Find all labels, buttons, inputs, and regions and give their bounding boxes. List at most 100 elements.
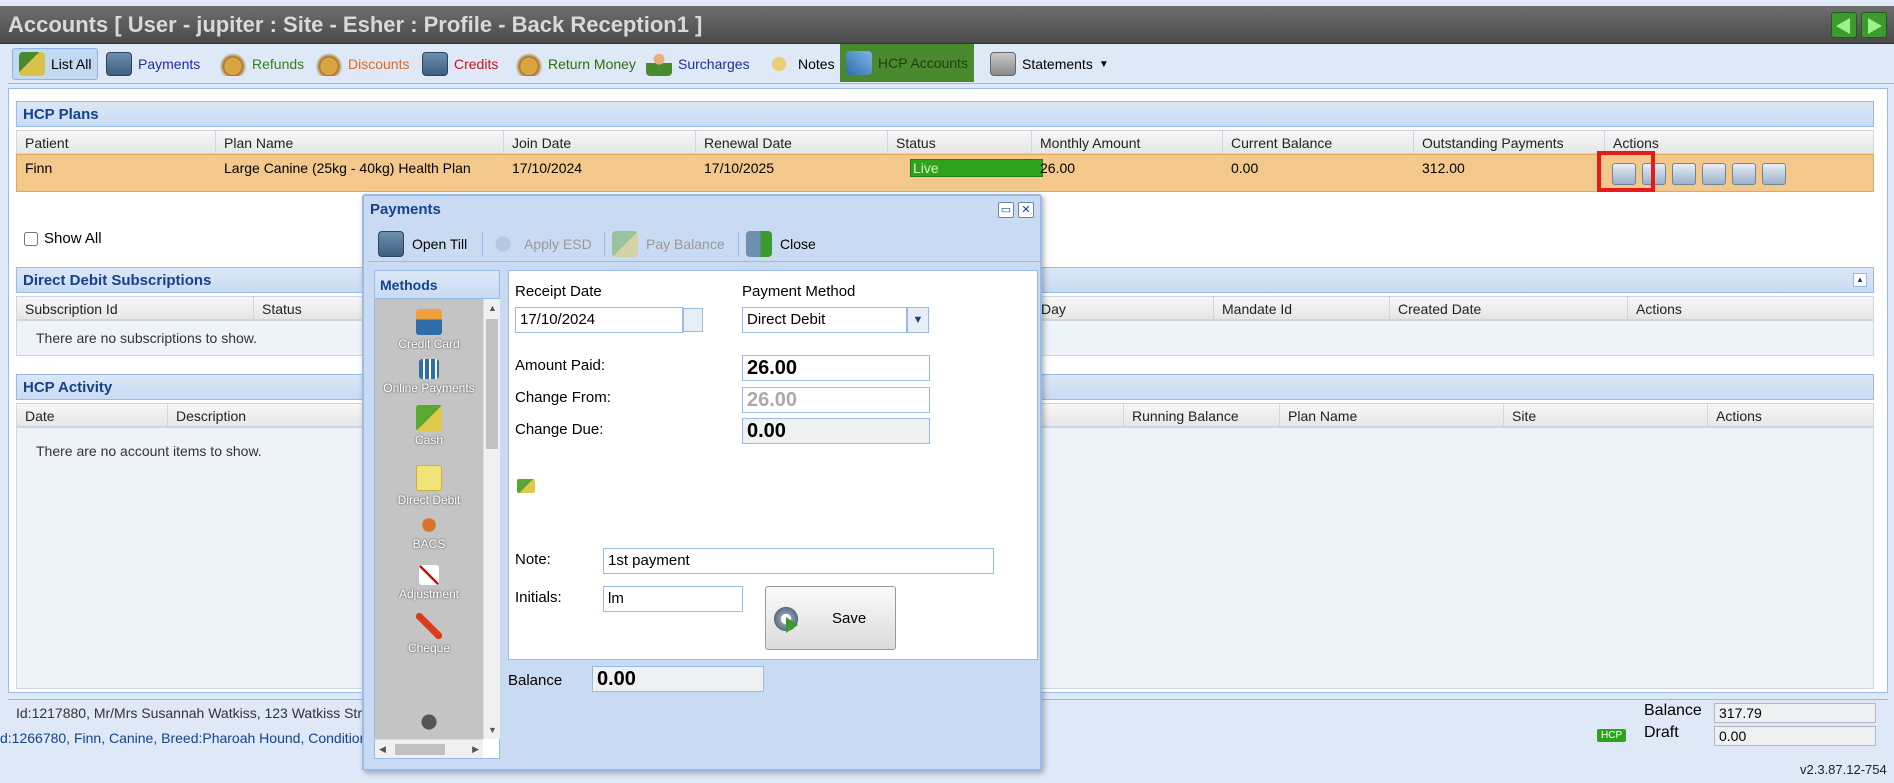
dialog-balance-label: Balance <box>508 672 563 689</box>
renew-plan-icon[interactable] <box>1702 163 1726 185</box>
col-created-date: Created Date <box>1398 301 1482 317</box>
hcp-icon <box>846 51 872 75</box>
payment-method-select[interactable]: Direct Debit <box>742 307 907 333</box>
transfer-plan-icon[interactable] <box>1732 163 1756 185</box>
surcharges-button[interactable]: Surcharges <box>640 48 756 80</box>
note-field[interactable]: 1st payment <box>603 548 994 574</box>
close-button[interactable]: Close <box>746 230 816 258</box>
hcp-plan-row[interactable]: Finn Large Canine (25kg - 40kg) Health P… <box>16 154 1874 192</box>
col-status: Status <box>262 301 302 317</box>
till-icon <box>378 231 404 257</box>
show-all-toggle[interactable]: Show All <box>24 230 102 247</box>
statements-button[interactable]: Statements ▼ <box>984 48 1115 80</box>
change-due-field: 0.00 <box>742 418 930 444</box>
col-actions: Actions <box>1613 135 1659 151</box>
cash-icon <box>612 231 638 257</box>
initials-field[interactable]: lm <box>603 586 743 612</box>
method-label: Credit Card <box>398 337 460 351</box>
methods-hscrollbar[interactable]: ◀ ▶ <box>375 739 483 758</box>
col-join-date: Join Date <box>512 135 572 151</box>
notes-button[interactable]: Notes <box>760 48 841 80</box>
discounts-button[interactable]: Discounts <box>310 48 415 80</box>
return-money-button[interactable]: Return Money <box>510 48 642 80</box>
payment-form: Receipt Date 17/10/2024 Payment Method D… <box>508 270 1038 660</box>
credits-label: Credits <box>454 56 499 72</box>
cash-icon <box>517 479 535 493</box>
close-label: Close <box>780 236 816 252</box>
col-actions: Actions <box>1716 408 1762 424</box>
list-all-button[interactable]: List All <box>12 48 99 80</box>
method-online-payments[interactable]: Online Payments <box>375 359 483 395</box>
cell-plan-name: Large Canine (25kg - 40kg) Health Plan <box>224 160 471 176</box>
cancel-plan-icon[interactable] <box>1762 163 1786 185</box>
exit-icon <box>746 231 772 257</box>
pen-icon <box>416 613 442 639</box>
forward-arrow-icon[interactable] <box>1861 12 1887 38</box>
back-arrow-icon[interactable] <box>1831 12 1857 38</box>
save-label: Save <box>832 610 867 627</box>
draft-value: 0.00 <box>1714 726 1876 746</box>
pay-balance-label: Pay Balance <box>646 236 725 252</box>
methods-list: Credit Card Online Payments Cash Direct … <box>375 299 483 739</box>
bacs-icon <box>418 515 440 535</box>
method-label: Adjustment <box>398 587 460 601</box>
method-credit-card[interactable]: Credit Card <box>375 309 483 351</box>
adjustment-icon <box>419 565 439 585</box>
collapse-icon[interactable]: ▲ <box>1853 273 1867 287</box>
initials-label: Initials: <box>515 589 562 606</box>
more-method-icon <box>416 709 442 735</box>
cell-renewal-date: 17/10/2025 <box>704 160 775 176</box>
payment-method-label: Payment Method <box>742 283 856 300</box>
dd-subscriptions-title: Direct Debit Subscriptions <box>23 272 212 289</box>
payments-label: Payments <box>138 56 201 72</box>
method-bacs[interactable]: BACS <box>375 515 483 551</box>
payments-button[interactable]: Payments <box>100 48 206 80</box>
amount-paid-field[interactable]: 26.00 <box>742 355 930 381</box>
method-more[interactable] <box>375 709 483 737</box>
col-monthly-amount: Monthly Amount <box>1040 135 1141 151</box>
col-actions: Actions <box>1636 301 1682 317</box>
empty-message: There are no account items to show. <box>36 443 262 459</box>
receipt-date-field[interactable]: 17/10/2024 <box>515 307 683 333</box>
status-badge: Live <box>910 159 1043 177</box>
apply-esd-button[interactable]: Apply ESD <box>490 230 592 258</box>
save-button[interactable]: Save <box>765 586 896 650</box>
account-balance-box: Balance 317.79 Draft 0.00 <box>1638 700 1882 748</box>
method-cheque[interactable]: Cheque <box>375 613 483 655</box>
edit-plan-icon[interactable] <box>1672 163 1696 185</box>
refunds-button[interactable]: Refunds <box>214 48 310 80</box>
methods-scrollbar[interactable]: ▲ ▼ <box>483 299 500 739</box>
close-icon[interactable]: ✕ <box>1018 202 1034 218</box>
change-from-field[interactable]: 26.00 <box>742 387 930 413</box>
pay-balance-button[interactable]: Pay Balance <box>612 230 725 258</box>
hcp-plans-columns: Patient Plan Name Join Date Renewal Date… <box>16 130 1874 155</box>
col-status: Status <box>896 135 936 151</box>
hcp-accounts-button[interactable]: HCP Accounts <box>840 44 975 82</box>
receipt-date-label: Receipt Date <box>515 283 602 300</box>
col-day: Day <box>1041 301 1066 317</box>
credits-button[interactable]: Credits <box>416 48 504 80</box>
payments-dialog: Payments ▭ ✕ Open Till Apply ESD Pay Bal… <box>362 194 1042 771</box>
printer-icon <box>990 52 1016 76</box>
col-description: Description <box>176 408 247 424</box>
open-till-button[interactable]: Open Till <box>378 230 467 258</box>
play-icon <box>786 617 798 633</box>
direct-debit-icon <box>416 465 442 491</box>
hcp-accounts-label: HCP Accounts <box>878 55 969 71</box>
statements-label: Statements <box>1022 56 1093 72</box>
maximize-icon[interactable]: ▭ <box>998 202 1014 218</box>
show-all-checkbox[interactable] <box>24 231 38 246</box>
col-date: Date <box>25 408 55 424</box>
calendar-icon[interactable] <box>683 308 703 332</box>
method-cash[interactable]: Cash <box>375 405 483 447</box>
col-mandate-id: Mandate Id <box>1222 301 1293 317</box>
chevron-down-icon[interactable]: ▼ <box>907 307 929 333</box>
method-direct-debit[interactable]: Direct Debit <box>375 465 483 507</box>
money-bag-icon <box>220 52 246 76</box>
method-adjustment[interactable]: Adjustment <box>375 565 483 601</box>
empty-message: There are no subscriptions to show. <box>36 330 258 346</box>
col-patient: Patient <box>25 135 69 151</box>
method-label: Direct Debit <box>397 493 461 507</box>
open-till-label: Open Till <box>412 236 468 252</box>
return-money-label: Return Money <box>548 56 636 72</box>
